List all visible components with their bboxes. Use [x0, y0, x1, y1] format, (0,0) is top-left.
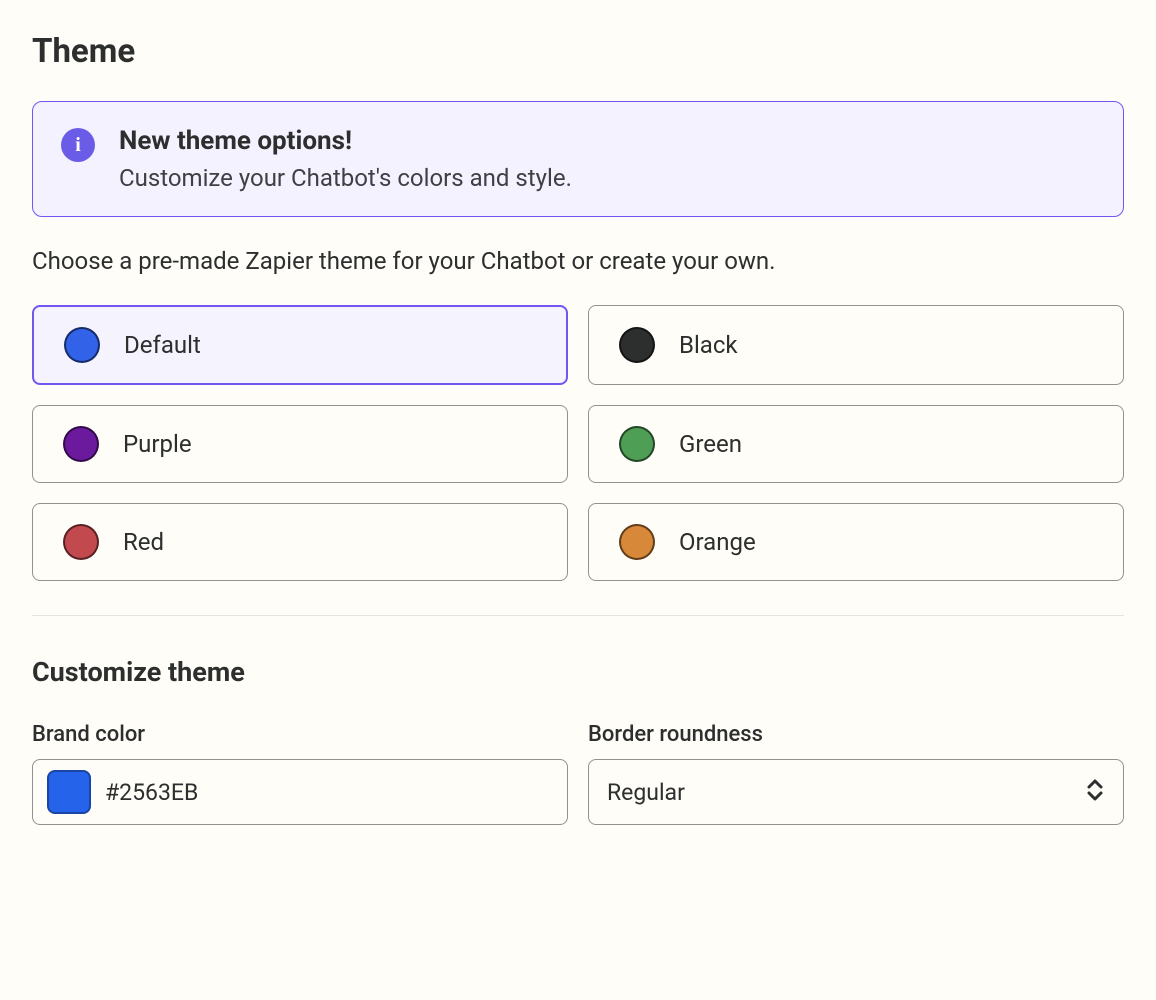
swatch-icon — [63, 524, 99, 560]
border-roundness-select[interactable]: Regular — [588, 759, 1124, 825]
customize-row: Brand color #2563EB Border roundness Reg… — [32, 722, 1124, 825]
theme-option-label: Red — [123, 528, 164, 556]
chevron-up-down-icon — [1085, 776, 1105, 808]
brand-color-input[interactable]: #2563EB — [32, 759, 568, 825]
border-roundness-label: Border roundness — [588, 722, 1124, 747]
border-roundness-value: Regular — [607, 779, 685, 806]
divider — [32, 615, 1124, 616]
theme-option-label: Green — [679, 430, 742, 458]
swatch-icon — [619, 426, 655, 462]
theme-option-green[interactable]: Green — [588, 405, 1124, 483]
border-roundness-field: Border roundness Regular — [588, 722, 1124, 825]
swatch-icon — [64, 327, 100, 363]
info-banner-description: Customize your Chatbot's colors and styl… — [119, 164, 572, 192]
theme-option-red[interactable]: Red — [32, 503, 568, 581]
theme-options-grid: Default Black Purple Green Red Orange — [32, 305, 1124, 581]
theme-option-label: Black — [679, 331, 738, 359]
brand-color-field: Brand color #2563EB — [32, 722, 568, 825]
theme-option-orange[interactable]: Orange — [588, 503, 1124, 581]
theme-option-label: Orange — [679, 528, 756, 556]
info-banner-title: New theme options! — [119, 126, 572, 156]
info-banner: i New theme options! Customize your Chat… — [32, 101, 1124, 217]
swatch-icon — [63, 426, 99, 462]
page-description: Choose a pre-made Zapier theme for your … — [32, 247, 1124, 275]
theme-option-default[interactable]: Default — [32, 305, 568, 385]
swatch-icon — [619, 327, 655, 363]
brand-color-value: #2563EB — [105, 779, 198, 806]
theme-option-purple[interactable]: Purple — [32, 405, 568, 483]
theme-option-label: Default — [124, 331, 201, 359]
color-chip-icon — [47, 770, 91, 814]
page-title: Theme — [32, 32, 1124, 71]
brand-color-label: Brand color — [32, 722, 568, 747]
customize-heading: Customize theme — [32, 656, 1124, 688]
theme-option-black[interactable]: Black — [588, 305, 1124, 385]
theme-option-label: Purple — [123, 430, 192, 458]
info-icon: i — [61, 128, 95, 162]
swatch-icon — [619, 524, 655, 560]
info-banner-text: New theme options! Customize your Chatbo… — [119, 126, 572, 192]
